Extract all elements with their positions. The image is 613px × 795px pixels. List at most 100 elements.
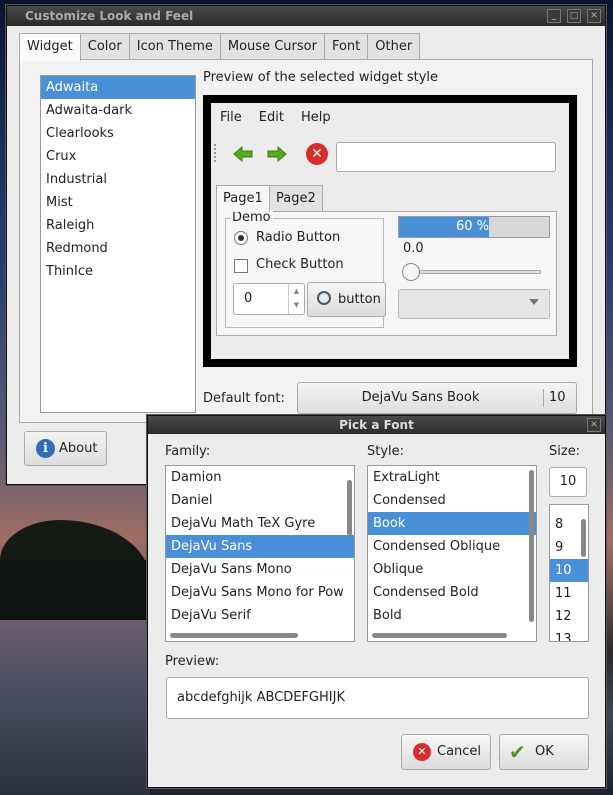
window-title: Customize Look and Feel	[25, 9, 194, 23]
style-item[interactable]: Book	[368, 512, 536, 535]
family-item[interactable]: DejaVu Sans Mono for Pow	[166, 581, 354, 604]
spin-arrows-icon[interactable]: ▲ ▼	[288, 284, 304, 314]
theme-item[interactable]: Industrial	[41, 168, 195, 191]
family-list[interactable]: Damion Daniel DejaVu Math TeX Gyre DejaV…	[165, 465, 355, 642]
preview-tab-page2[interactable]: Page2	[269, 185, 323, 211]
family-item[interactable]: DejaVu Serif	[166, 604, 354, 627]
maximize-icon[interactable]: □	[567, 9, 581, 23]
widget-preview: File Edit Help ✕ Page1 Page2 Demo Radio …	[203, 95, 577, 367]
family-item[interactable]: DejaVu Sans	[166, 535, 354, 558]
slider-knob[interactable]	[402, 263, 420, 281]
style-item[interactable]: ExtraLight	[368, 466, 536, 489]
scale-slider[interactable]	[402, 263, 541, 281]
preview-page: Demo Radio Button Check Button 0 ▲ ▼ butt…	[216, 210, 557, 336]
magnifier-icon	[317, 291, 331, 305]
menu-edit[interactable]: Edit	[259, 110, 284, 125]
family-label: Family:	[165, 444, 211, 459]
wallpaper-lake	[0, 620, 150, 795]
theme-item[interactable]: Adwaita	[41, 76, 195, 99]
cancel-icon: ✕	[413, 743, 431, 761]
preview-menubar: File Edit Help	[211, 103, 569, 131]
chevron-down-icon	[529, 299, 539, 305]
theme-item[interactable]: Adwaita-dark	[41, 99, 195, 122]
minimize-icon[interactable]: _	[547, 9, 561, 23]
progress-bar: 60 %	[398, 216, 550, 238]
preview-tab-page1[interactable]: Page1	[216, 185, 270, 212]
family-item[interactable]: DejaVu Sans Mono	[166, 558, 354, 581]
theme-item[interactable]: Crux	[41, 145, 195, 168]
theme-item[interactable]: Mist	[41, 191, 195, 214]
font-preview-entry[interactable]: abcdefghijk ABCDEFGHIJK	[166, 677, 589, 719]
family-item[interactable]: Daniel	[166, 489, 354, 512]
radio-button[interactable]	[234, 231, 248, 245]
dialog-titlebar[interactable]: Pick a Font ✕	[148, 416, 605, 434]
menu-file[interactable]: File	[220, 110, 242, 125]
style-hscrollbar[interactable]	[372, 633, 507, 638]
tab-mouse-cursor[interactable]: Mouse Cursor	[219, 33, 325, 59]
window-titlebar[interactable]: Customize Look and Feel _ □ ✕	[7, 6, 605, 26]
tab-bar: Widget Color Icon Theme Mouse Cursor Fon…	[19, 33, 421, 61]
radio-label[interactable]: Radio Button	[256, 230, 340, 245]
wallpaper-treeline	[0, 560, 150, 620]
size-list[interactable]: 7 8 9 10 11 12 13	[549, 504, 589, 642]
tab-color[interactable]: Color	[79, 33, 130, 59]
size-item[interactable]: 13	[550, 628, 588, 641]
toolbar-grip-icon[interactable]	[214, 144, 218, 162]
family-hscrollbar[interactable]	[170, 633, 298, 638]
theme-item[interactable]: Raleigh	[41, 214, 195, 237]
preview-button[interactable]: button	[307, 282, 386, 317]
about-button[interactable]: i About	[24, 431, 107, 466]
cancel-label: Cancel	[437, 744, 482, 759]
spin-button[interactable]: 0 ▲ ▼	[233, 283, 305, 315]
check-label[interactable]: Check Button	[256, 257, 344, 272]
size-entry[interactable]: 10	[549, 467, 587, 497]
toolbar-entry[interactable]	[336, 142, 556, 172]
check-button[interactable]	[234, 259, 248, 273]
tab-other[interactable]: Other	[367, 33, 421, 59]
size-item[interactable]: 11	[550, 582, 588, 605]
style-vscrollbar[interactable]	[529, 470, 534, 622]
theme-item[interactable]: Redmond	[41, 237, 195, 260]
style-label: Style:	[367, 444, 405, 459]
size-item[interactable]: 10	[550, 559, 588, 582]
preview-button-label: button	[338, 292, 381, 307]
menu-help[interactable]: Help	[301, 110, 331, 125]
style-item[interactable]: Oblique	[368, 558, 536, 581]
tab-icon-theme[interactable]: Icon Theme	[128, 33, 221, 59]
size-item[interactable]: 12	[550, 605, 588, 628]
progress-text: 60 %	[455, 219, 489, 234]
theme-list[interactable]: Adwaita Adwaita-dark Clearlooks Crux Ind…	[40, 75, 196, 413]
dialog-close-icon[interactable]: ✕	[587, 418, 601, 432]
theme-item[interactable]: Clearlooks	[41, 122, 195, 145]
back-arrow-icon[interactable]	[233, 146, 253, 162]
family-item[interactable]: Damion	[166, 466, 354, 489]
stop-icon[interactable]: ✕	[306, 143, 328, 165]
demo-frame-label: Demo	[230, 210, 273, 225]
tab-widget[interactable]: Widget	[19, 33, 81, 61]
size-label: Size:	[549, 444, 581, 459]
about-label: About	[59, 441, 98, 456]
size-item[interactable]: 7	[550, 505, 588, 513]
ok-button[interactable]: ✔ OK	[499, 734, 589, 770]
style-item[interactable]: Bold	[368, 604, 536, 627]
style-item[interactable]: Condensed Oblique	[368, 535, 536, 558]
style-item[interactable]: Condensed	[368, 489, 536, 512]
cancel-button[interactable]: ✕ Cancel	[401, 734, 491, 770]
style-list[interactable]: ExtraLight Condensed Book Condensed Obli…	[367, 465, 537, 642]
font-button[interactable]: DejaVu Sans Book 10	[297, 382, 577, 414]
demo-frame: Demo Radio Button Check Button 0 ▲ ▼ butt…	[225, 210, 386, 328]
forward-arrow-icon[interactable]	[267, 146, 287, 162]
scale-value: 0.0	[403, 241, 424, 256]
font-button-name: DejaVu Sans Book	[361, 390, 480, 405]
combo-box[interactable]	[398, 289, 550, 319]
widget-panel: Adwaita Adwaita-dark Clearlooks Crux Ind…	[19, 59, 593, 423]
family-item[interactable]: DejaVu Math TeX Gyre	[166, 512, 354, 535]
size-vscrollbar[interactable]	[581, 519, 586, 557]
style-item[interactable]: Condensed Bold	[368, 581, 536, 604]
ok-label: OK	[535, 744, 554, 759]
tab-font[interactable]: Font	[323, 33, 369, 59]
family-vscrollbar[interactable]	[347, 480, 352, 536]
font-button-divider	[543, 389, 544, 407]
close-icon[interactable]: ✕	[587, 9, 601, 23]
theme-item[interactable]: ThinIce	[41, 260, 195, 283]
